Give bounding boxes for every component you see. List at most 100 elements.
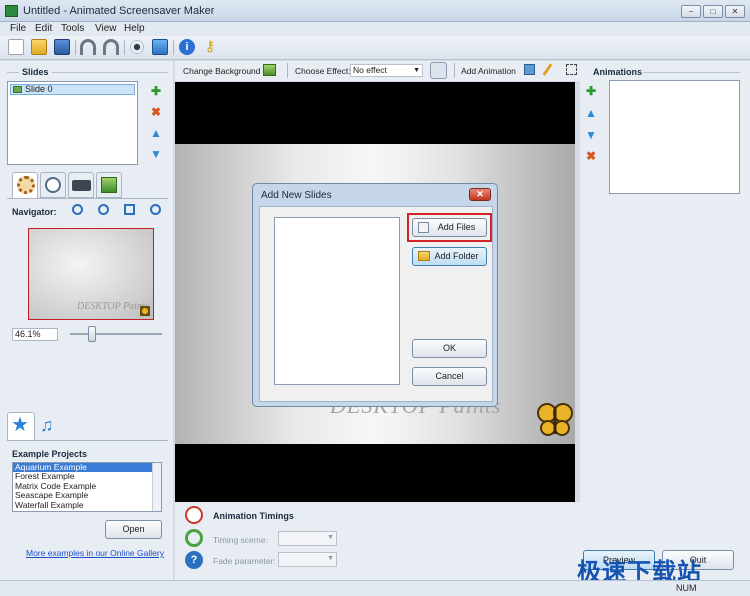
refresh-icon[interactable] (185, 529, 203, 547)
tab-image-properties[interactable] (96, 172, 122, 198)
slides-list[interactable]: Slide 0 (7, 81, 138, 165)
toolbar-separator (173, 40, 174, 55)
slides-heading: Slides (22, 67, 49, 77)
redo-icon[interactable] (103, 39, 119, 55)
menu-help[interactable]: Help (124, 23, 145, 34)
tab-timing[interactable] (40, 172, 66, 198)
minimize-button[interactable]: − (681, 5, 701, 18)
move-up-icon[interactable]: ▲ (150, 127, 162, 139)
toolbar-separator (75, 40, 76, 55)
new-icon[interactable] (8, 39, 24, 55)
slide-thumbnail-icon (13, 86, 22, 93)
zoom-in-icon[interactable] (72, 204, 83, 215)
zoom-slider-thumb[interactable] (88, 326, 96, 342)
add-animation-icon[interactable]: ✚ (585, 85, 597, 97)
timing-scene-label: Timing sceme: (213, 535, 268, 545)
add-folder-button[interactable]: Add Folder (412, 247, 487, 266)
key-icon[interactable]: ⚷ (202, 39, 218, 55)
butterfly-icon (140, 306, 150, 316)
move-down-icon[interactable]: ▼ (150, 148, 162, 160)
cancel-button[interactable]: Cancel (412, 367, 487, 386)
tab-divider (7, 198, 168, 199)
navigator-preview[interactable]: DESKTOP Paints (28, 228, 154, 320)
zoom-out-icon[interactable] (98, 204, 109, 215)
clock-icon (45, 177, 61, 193)
add-animation-label[interactable]: Add Animation (461, 66, 516, 76)
choose-effect-label: Choose Effect: (295, 66, 351, 76)
ship-wheel-icon (17, 176, 35, 194)
dialog-title: Add New Slides (261, 190, 332, 201)
add-file-icon (418, 222, 429, 233)
dialog-body: Add Files Add Folder OK Cancel (259, 206, 493, 402)
menu-tools[interactable]: Tools (61, 23, 84, 34)
tab-video[interactable] (68, 172, 94, 198)
status-bar: NUM (0, 580, 750, 596)
divider (643, 72, 740, 73)
online-gallery-link[interactable]: More examples in our Online Gallery (26, 548, 164, 558)
ok-button[interactable]: OK (412, 339, 487, 358)
animations-list[interactable] (609, 80, 740, 194)
timer-icon (185, 506, 203, 524)
toolbar-separator (124, 40, 125, 55)
open-project-button[interactable]: Open (105, 520, 162, 539)
close-window-button[interactable]: ✕ (725, 5, 745, 18)
info-icon[interactable]: i (179, 39, 195, 55)
chevron-down-icon: ▼ (413, 67, 420, 74)
menu-file[interactable]: File (10, 23, 26, 34)
maximize-button[interactable]: □ (703, 5, 723, 18)
change-background-icon[interactable] (263, 64, 276, 76)
dialog-close-button[interactable]: ✕ (469, 188, 491, 201)
add-image-animation-icon[interactable] (524, 64, 535, 75)
app-icon (5, 5, 18, 17)
window-title: Untitled - Animated Screensaver Maker (23, 5, 215, 17)
zoom-slider-track[interactable] (70, 333, 162, 335)
navigator-watermark: DESKTOP Paints (77, 301, 149, 312)
effect-settings-icon[interactable] (430, 62, 447, 79)
change-background-label[interactable]: Change Background (183, 66, 261, 76)
publish-icon[interactable] (152, 39, 168, 55)
add-folder-icon (418, 251, 430, 261)
zoom-percent-field[interactable]: 46.1% (12, 328, 58, 341)
open-folder-icon[interactable] (31, 39, 47, 55)
fade-parameter-label: Fade parameter: (213, 556, 276, 566)
effect-select[interactable]: No effect ▼ (350, 64, 423, 77)
move-up-icon[interactable]: ▲ (585, 107, 597, 119)
preview-eye-icon[interactable] (129, 39, 145, 55)
new-slides-list[interactable] (274, 217, 400, 385)
undo-icon[interactable] (80, 39, 96, 55)
fade-parameter-select[interactable]: ▼ (278, 552, 337, 567)
magic-wand-icon[interactable] (566, 64, 577, 75)
animations-heading: Animations (593, 67, 643, 77)
save-icon[interactable] (54, 39, 70, 55)
animation-timings-heading: Animation Timings (213, 511, 294, 521)
help-icon[interactable]: ? (185, 551, 203, 569)
menu-bar: File Edit Tools View Help (0, 22, 750, 36)
move-down-icon[interactable]: ▼ (585, 129, 597, 141)
slide-item-label: Slide 0 (25, 84, 53, 94)
title-bar: Untitled - Animated Screensaver Maker − … (0, 0, 750, 22)
add-slide-icon[interactable]: ✚ (150, 85, 162, 97)
divider (52, 72, 168, 73)
chevron-down-icon: ▼ (327, 555, 334, 562)
menu-edit[interactable]: Edit (35, 23, 52, 34)
zoom-actual-icon[interactable] (150, 204, 161, 215)
navigator-label: Navigator: (12, 207, 57, 217)
add-files-button[interactable]: Add Files (412, 218, 487, 237)
star-icon: ★ (11, 414, 29, 436)
add-new-slides-dialog: Add New Slides ✕ Add Files Add Folder OK… (252, 183, 498, 407)
effect-select-value: No effect (353, 65, 387, 75)
slide-item[interactable]: Slide 0 (10, 84, 135, 95)
tab-examples[interactable]: ★ (7, 412, 35, 440)
list-scrollbar[interactable] (152, 463, 161, 511)
zoom-fit-icon[interactable] (124, 204, 135, 215)
remove-animation-icon[interactable]: ✖ (585, 150, 597, 162)
chevron-down-icon: ▼ (327, 534, 334, 541)
list-item[interactable]: Waterfall Example (13, 500, 161, 510)
menu-view[interactable]: View (95, 23, 117, 34)
music-note-icon[interactable]: ♫ (40, 415, 54, 435)
tab-navigator[interactable] (12, 172, 38, 198)
timing-scene-select[interactable]: ▼ (278, 531, 337, 546)
example-projects-list[interactable]: Aquarium Example Forest Example Matrix C… (12, 462, 162, 512)
remove-slide-icon[interactable]: ✖ (150, 106, 162, 118)
image-settings-icon (101, 177, 117, 193)
